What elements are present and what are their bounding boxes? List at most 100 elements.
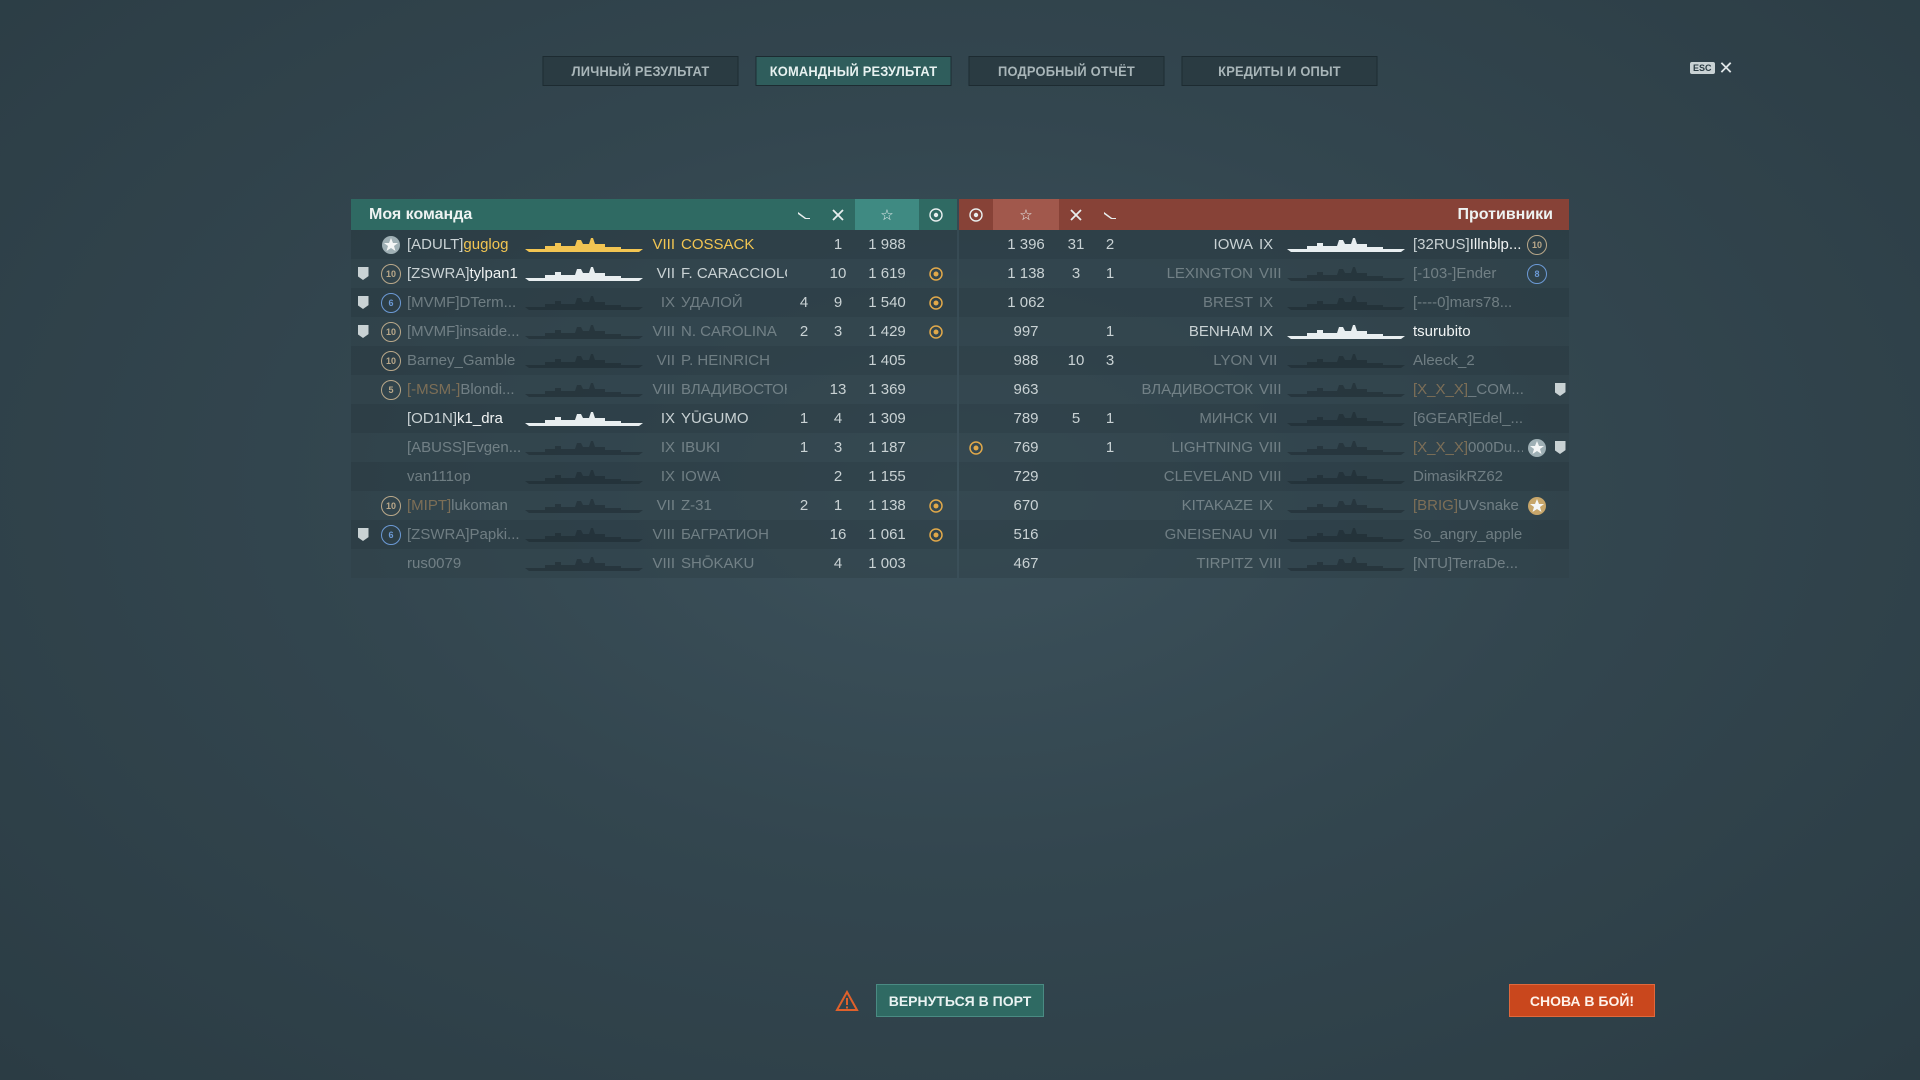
table-row[interactable]: 789 5 1 МИНСК VII [6GEAR]Edel_...: [959, 404, 1569, 433]
table-row[interactable]: 467 TIRPITZ VIII [NTU]TerraDe...: [959, 549, 1569, 578]
player-name[interactable]: rus0079: [407, 555, 523, 572]
table-row[interactable]: 10 [MVMF]insaide... VIII N. CAROLINA 2 3 1 429: [351, 317, 957, 346]
achievement-icon[interactable]: [959, 199, 993, 230]
rank-cell: [1523, 438, 1551, 458]
player-name[interactable]: [-MSM-]Blondi...: [407, 381, 523, 398]
player-name[interactable]: Barney_Gamble: [407, 352, 523, 369]
table-row[interactable]: 963 ВЛАДИВОСТОК VIII [X_X_X]_COM...: [959, 375, 1569, 404]
base-xp-value: 1 003: [868, 555, 906, 572]
ship-cell: [1287, 440, 1413, 456]
player-name[interactable]: [MIPT]lukoman: [407, 497, 523, 514]
esc-key-hint: ESC: [1690, 62, 1715, 74]
player-name[interactable]: So_angry_apple: [1413, 526, 1523, 543]
ship-kills-icon[interactable]: [1059, 199, 1093, 230]
player-name[interactable]: [-103-]Ender: [1413, 265, 1523, 282]
ship-name: LEXINGTON: [1166, 265, 1253, 282]
table-row[interactable]: 10 [ZSWRA]tylpan1 VII F. CARACCIOLO 10 1 619: [351, 259, 957, 288]
ship-kills-icon[interactable]: [821, 199, 855, 230]
player-name[interactable]: DimasikRZ62: [1413, 468, 1523, 485]
achievement-icon[interactable]: [968, 440, 984, 456]
warning-icon[interactable]: [835, 990, 859, 1012]
base-xp-value: 1 138: [1007, 265, 1045, 282]
table-row[interactable]: 670 KITAKAZE IX [BRIG]UVsnake: [959, 491, 1569, 520]
achievement-icon[interactable]: [919, 199, 953, 230]
player-name[interactable]: [6GEAR]Edel_...: [1413, 410, 1523, 427]
achievement-icon[interactable]: [928, 498, 944, 514]
player-name[interactable]: [MVMF]insaide...: [407, 323, 523, 340]
table-row[interactable]: 6 [MVMF]DTerm... IX УДАЛОЙ 4 9 1 540: [351, 288, 957, 317]
close-button[interactable]: ESC ✕: [1690, 59, 1734, 77]
enemy-team-header: ☆ Противники: [959, 199, 1569, 230]
table-row[interactable]: van111op IX IOWA 2 1 155: [351, 462, 957, 491]
ship-silhouette-icon: [525, 382, 643, 397]
ship-tier: VIII: [1259, 265, 1282, 282]
achievement-icon[interactable]: [928, 324, 944, 340]
achievement-icon[interactable]: [928, 266, 944, 282]
table-row[interactable]: 1 396 31 2 IOWA IX [32RUS]Illnblp... 10: [959, 230, 1569, 259]
player-name[interactable]: [----0]mars78...: [1413, 294, 1523, 311]
ship-silhouette-icon: [525, 527, 643, 542]
close-icon[interactable]: ✕: [1719, 59, 1734, 77]
player-name[interactable]: [ZSWRA]Papki...: [407, 526, 523, 543]
player-name[interactable]: [BRIG]UVsnake: [1413, 497, 1523, 514]
plane-kills-icon[interactable]: [787, 199, 821, 230]
table-row[interactable]: 729 CLEVELAND VIII DimasikRZ62: [959, 462, 1569, 491]
ship-name: SHŌKAKU: [681, 555, 755, 572]
player-nickname: van111op: [407, 468, 471, 485]
table-row[interactable]: 769 1 LIGHTNING VIII [X_X_X]000Du...: [959, 433, 1569, 462]
ship-name: Z-31: [681, 497, 712, 514]
ship-cell: [523, 469, 651, 485]
player-name[interactable]: [X_X_X]_COM...: [1413, 381, 1523, 398]
achievement-cell: [919, 527, 953, 543]
player-name[interactable]: van111op: [407, 468, 523, 485]
ship-cell: [1287, 382, 1413, 398]
tab-team-result[interactable]: КОМАНДНЫЙ РЕЗУЛЬТАТ: [755, 56, 952, 86]
achievement-icon[interactable]: [928, 295, 944, 311]
clan-tag: [ZSWRA]: [407, 265, 470, 282]
table-row[interactable]: rus0079 VIII SHŌKAKU 4 1 003: [351, 549, 957, 578]
table-row[interactable]: [OD1N]k1_dra IX YŪGUMO 1 4 1 309: [351, 404, 957, 433]
star-icon[interactable]: ☆: [855, 199, 919, 230]
return-to-port-button[interactable]: ВЕРНУТЬСЯ В ПОРТ: [876, 984, 1044, 1017]
player-name[interactable]: [32RUS]Illnblp...: [1413, 236, 1523, 253]
table-row[interactable]: 10 [MIPT]lukoman VII Z-31 2 1 1 138: [351, 491, 957, 520]
table-row[interactable]: 997 1 BENHAM IX tsurubito: [959, 317, 1569, 346]
table-row[interactable]: 516 GNEISENAU VII So_angry_apple: [959, 520, 1569, 549]
table-row[interactable]: 6 [ZSWRA]Papki... VIII БАГРАТИОН 16 1 061: [351, 520, 957, 549]
base-xp-value: 1 405: [868, 352, 906, 369]
player-name[interactable]: [ZSWRA]tylpan1: [407, 265, 523, 282]
division-cell: [1551, 383, 1569, 396]
tab-credits-xp[interactable]: КРЕДИТЫ И ОПЫТ: [1181, 56, 1378, 86]
tab-detailed-report[interactable]: ПОДРОБНЫЙ ОТЧЁТ: [968, 56, 1165, 86]
table-row[interactable]: [ABUSS]Evgen... IX IBUKI 1 3 1 187: [351, 433, 957, 462]
player-nickname: DTerm...: [459, 294, 517, 311]
player-name[interactable]: [NTU]TerraDe...: [1413, 555, 1523, 572]
clan-tag: [ABUSS]: [407, 439, 467, 456]
player-name[interactable]: Aleeck_2: [1413, 352, 1523, 369]
player-name[interactable]: [OD1N]k1_dra: [407, 410, 523, 427]
ship-tier: IX: [660, 439, 675, 456]
ship-name: CLEVELAND: [1163, 468, 1253, 485]
player-name[interactable]: [ADULT]guglog: [407, 236, 523, 253]
star-icon[interactable]: ☆: [993, 199, 1059, 230]
table-row[interactable]: 1 138 3 1 LEXINGTON VIII [-103-]Ender 8: [959, 259, 1569, 288]
player-name[interactable]: [X_X_X]000Du...: [1413, 439, 1523, 456]
table-row[interactable]: 10 Barney_Gamble VII P. HEINRICH 1 405: [351, 346, 957, 375]
table-row[interactable]: 1 062 BREST IX [----0]mars78...: [959, 288, 1569, 317]
plane-kills-value: 1: [1105, 410, 1115, 427]
player-name[interactable]: [MVMF]DTerm...: [407, 294, 523, 311]
ship-cell: [523, 266, 651, 282]
rank-badge: 6: [381, 292, 401, 313]
table-row[interactable]: [ADULT]guglog VIII COSSACK 1 1 988: [351, 230, 957, 259]
rank-cell: 10: [375, 321, 407, 342]
battle-again-button[interactable]: СНОВА В БОЙ!: [1509, 984, 1655, 1017]
tab-personal-result[interactable]: ЛИЧНЫЙ РЕЗУЛЬТАТ: [542, 56, 739, 86]
table-row[interactable]: 5 [-MSM-]Blondi... VIII ВЛАДИВОСТОК 13 1 369: [351, 375, 957, 404]
plane-kills-icon[interactable]: [1093, 199, 1127, 230]
player-name[interactable]: tsurubito: [1413, 323, 1523, 340]
ship-silhouette-icon: [1287, 411, 1405, 426]
table-row[interactable]: 988 10 3 LYON VII Aleeck_2: [959, 346, 1569, 375]
achievement-icon[interactable]: [928, 527, 944, 543]
ship-silhouette-icon: [1287, 382, 1405, 397]
player-name[interactable]: [ABUSS]Evgen...: [407, 439, 523, 456]
